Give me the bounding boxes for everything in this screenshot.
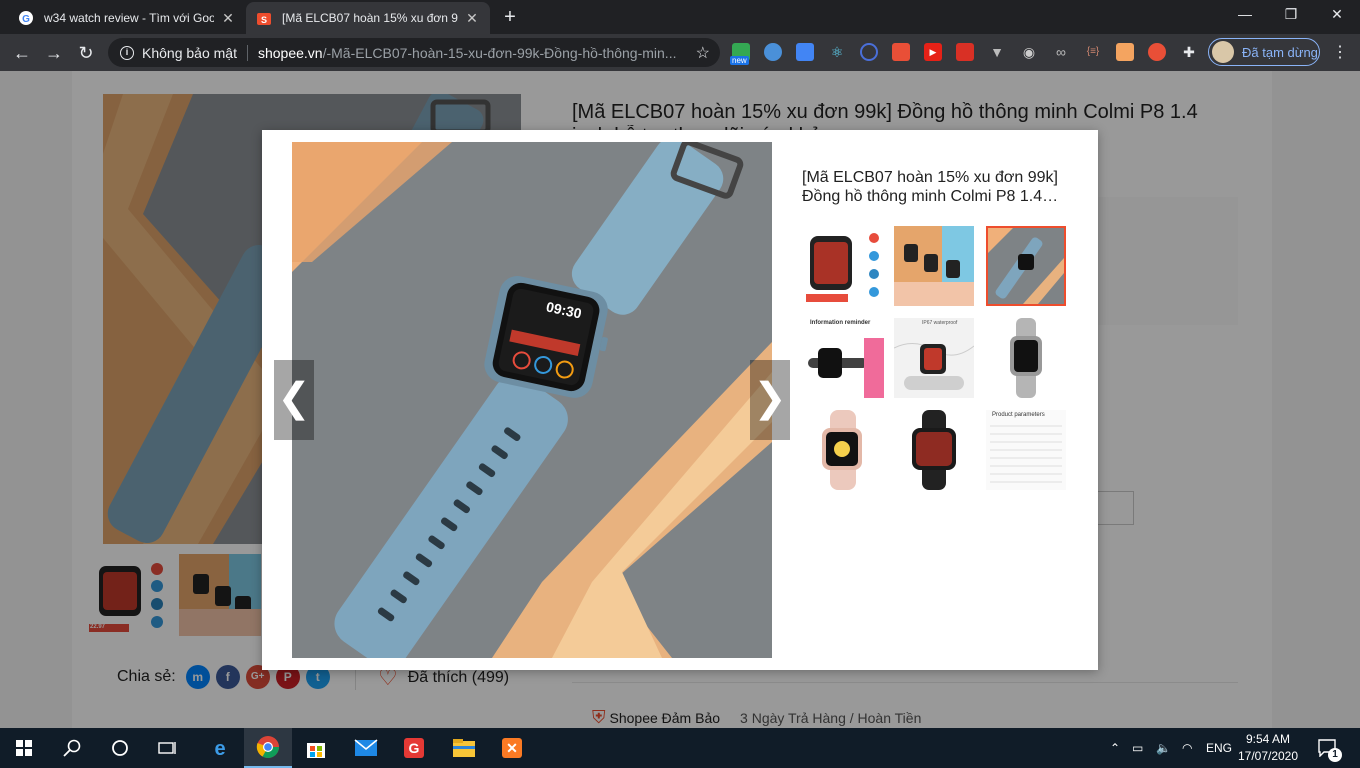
prev-image-button[interactable]: ❮: [274, 360, 314, 440]
clock-date: 17/07/2020: [1237, 749, 1299, 763]
react-devtools-icon[interactable]: ⚛: [828, 43, 846, 61]
svg-text:G: G: [409, 740, 420, 756]
thumbnail-6[interactable]: [986, 318, 1066, 398]
modal-product-title: [Mã ELCB07 hoàn 15% xu đơn 99k] Đồng hồ …: [802, 168, 1082, 206]
tab-title: w34 watch review - Tìm với Goog: [44, 11, 214, 25]
youtube-extension-icon[interactable]: ▶: [924, 43, 942, 61]
thumbnail-caption: Information reminder: [810, 320, 871, 326]
security-label[interactable]: Không bảo mật: [142, 45, 237, 61]
thumbnail-caption: IP67 waterproof: [922, 320, 958, 326]
show-hidden-icons[interactable]: ⌃: [1110, 728, 1120, 768]
clock-time: 9:54 AM: [1245, 732, 1291, 746]
thumbnail-5[interactable]: IP67 waterproof: [894, 318, 974, 398]
language-indicator[interactable]: ENG: [1206, 728, 1232, 768]
tab-title: [Mã ELCB07 hoàn 15% xu đơn 99: [282, 11, 458, 25]
chrome-menu-icon[interactable]: ⋮: [1330, 42, 1350, 62]
svg-text:e: e: [214, 738, 225, 759]
tab-shopee-product[interactable]: S [Mã ELCB07 hoàn 15% xu đơn 99 ✕: [246, 2, 490, 34]
close-tab-icon[interactable]: ✕: [464, 10, 480, 27]
avatar: [1212, 41, 1234, 63]
reload-button[interactable]: ↻: [72, 39, 100, 67]
extension-orange-icon[interactable]: [892, 43, 910, 61]
xampp-icon[interactable]: ✕: [488, 728, 536, 768]
info-icon[interactable]: i: [120, 45, 134, 60]
bookmark-star-icon[interactable]: ☆: [696, 43, 710, 63]
extension-search-icon[interactable]: [860, 43, 878, 61]
modal-main-image: 09:30: [292, 142, 772, 658]
maximize-button[interactable]: ❐: [1268, 0, 1314, 30]
extension-badge: new: [730, 56, 749, 65]
google-icon: G: [19, 11, 33, 25]
clock[interactable]: 9:54 AM 17/07/2020: [1236, 731, 1300, 765]
file-explorer-icon[interactable]: [440, 728, 488, 768]
chrome-taskbar-icon[interactable]: [244, 728, 292, 768]
volume-icon[interactable]: 🔈: [1156, 728, 1171, 768]
svg-text:S: S: [261, 15, 267, 25]
extension-brackets-icon[interactable]: {≡}: [1084, 43, 1102, 61]
camera-icon[interactable]: ◉: [1020, 43, 1038, 61]
thumbnail-1[interactable]: [804, 226, 884, 306]
thumbnail-caption: Product parameters: [992, 412, 1045, 418]
minimize-button[interactable]: —: [1222, 0, 1268, 30]
google-translate-icon[interactable]: [796, 43, 814, 61]
windows-taskbar: e G ✕ ⌃ ▭ 🔈 ◠ ENG 9:54 AM 17/07/2020 1: [0, 728, 1360, 768]
notification-badge: 1: [1328, 748, 1342, 762]
extension-pen-icon[interactable]: [764, 43, 782, 61]
separator: [246, 44, 248, 61]
extension-block-icon[interactable]: [1148, 43, 1166, 61]
extension-face-icon[interactable]: [1116, 43, 1134, 61]
modal-title-line2: Đồng hồ thông minh Colmi P8 1.4…: [802, 188, 1059, 205]
search-icon[interactable]: [48, 728, 96, 768]
modal-title-line1: [Mã ELCB07 hoàn 15% xu đơn 99k]: [802, 169, 1058, 186]
windows-start-icon[interactable]: [0, 728, 48, 768]
task-view-icon[interactable]: [144, 728, 192, 768]
thumbnail-9[interactable]: Product parameters: [986, 410, 1066, 490]
thumbnail-8[interactable]: [894, 410, 974, 490]
thumbnail-3-selected[interactable]: [986, 226, 1066, 306]
edge-icon[interactable]: e: [196, 728, 244, 768]
close-window-button[interactable]: ✕: [1314, 0, 1360, 30]
svg-text:G: G: [22, 14, 30, 25]
back-button[interactable]: ←: [8, 39, 36, 67]
mail-icon[interactable]: [342, 728, 390, 768]
garena-icon[interactable]: G: [390, 728, 438, 768]
address-bar[interactable]: i Không bảo mật shopee.vn /-Mã-ELCB07-ho…: [108, 38, 720, 67]
vue-devtools-icon[interactable]: ▼: [988, 43, 1006, 61]
thumbnail-7[interactable]: [804, 410, 884, 490]
battery-icon[interactable]: ▭: [1132, 728, 1143, 768]
url-host[interactable]: shopee.vn: [258, 45, 323, 61]
image-viewer-modal: 09:30 ❮ ❯ [Mã ELCB07 hoàn 15% xu đơn 99k…: [262, 130, 1098, 670]
close-tab-icon[interactable]: ✕: [220, 10, 236, 27]
new-tab-button[interactable]: +: [498, 6, 522, 30]
microsoft-store-icon[interactable]: [292, 728, 340, 768]
browser-toolbar: ← → ↻ i Không bảo mật shopee.vn /-Mã-ELC…: [0, 34, 1360, 71]
shopee-icon: S: [257, 13, 271, 25]
link-icon[interactable]: ∞: [1052, 43, 1070, 61]
tab-strip: G w34 watch review - Tìm với Goog ✕ S [M…: [0, 0, 1360, 34]
thumbnail-4[interactable]: Information reminder: [804, 318, 884, 398]
tab-google-search[interactable]: G w34 watch review - Tìm với Goog ✕: [8, 2, 246, 34]
profile-button[interactable]: Đã tạm dừng: [1208, 38, 1320, 66]
wifi-icon[interactable]: ◠: [1182, 728, 1192, 768]
puzzle-icon[interactable]: ✚: [1180, 43, 1198, 61]
extension-red-icon[interactable]: [956, 43, 974, 61]
forward-button[interactable]: →: [40, 39, 68, 67]
svg-text:✕: ✕: [506, 740, 518, 756]
profile-label: Đã tạm dừng: [1242, 44, 1318, 60]
thumbnail-2[interactable]: [894, 226, 974, 306]
cortana-icon[interactable]: [96, 728, 144, 768]
url-path[interactable]: /-Mã-ELCB07-hoàn-15-xu-đơn-99k-Đồng-hồ-t…: [323, 45, 677, 61]
next-image-button[interactable]: ❯: [750, 360, 790, 440]
